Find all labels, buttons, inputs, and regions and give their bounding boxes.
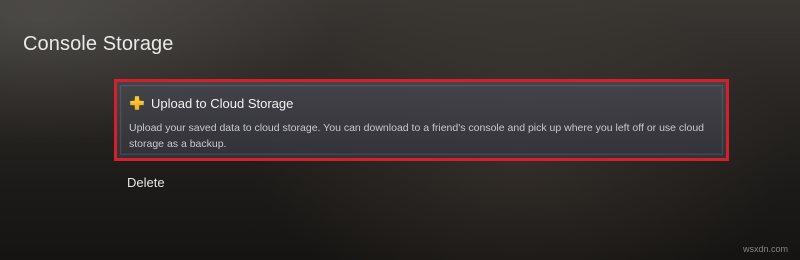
upload-to-cloud-storage-option[interactable]: Upload to Cloud Storage Upload your save…	[114, 79, 729, 161]
ps-plus-icon	[130, 96, 144, 110]
storage-options-menu: Upload to Cloud Storage Upload your save…	[114, 79, 729, 190]
page-title: Console Storage	[23, 33, 174, 55]
delete-option[interactable]: Delete	[127, 175, 165, 190]
upload-option-description: Upload your saved data to cloud storage.…	[129, 122, 705, 150]
watermark: wsxdn.com	[742, 244, 788, 254]
upload-option-label: Upload to Cloud Storage	[151, 95, 294, 111]
console-storage-screen: Console Storage Upload to Cloud Storage …	[0, 0, 800, 260]
option-header: Upload to Cloud Storage	[129, 95, 293, 111]
